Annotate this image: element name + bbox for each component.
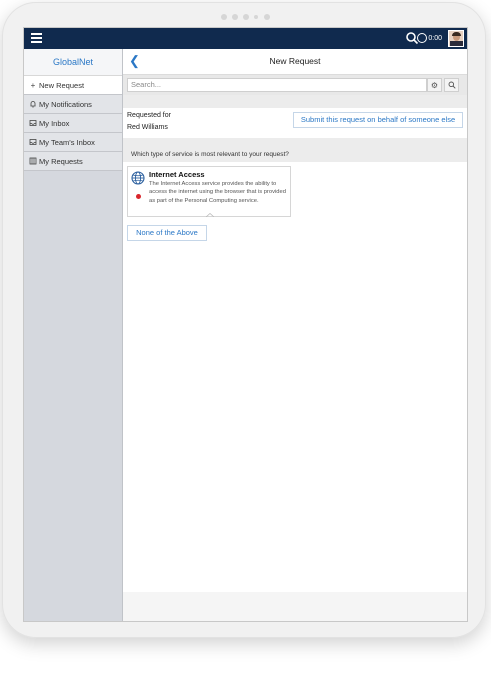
sidebar: GlobalNet + New Request My Notifications… xyxy=(24,49,123,621)
sidebar-item-label: New Request xyxy=(39,80,85,90)
timer-icon xyxy=(417,33,428,43)
sidebar-item-my-requests[interactable]: My Requests xyxy=(24,152,122,171)
submit-on-behalf-button[interactable]: Submit this request on behalf of someone… xyxy=(293,112,463,128)
hamburger-menu-icon[interactable] xyxy=(31,33,42,44)
service-description: The Internet Access service provides the… xyxy=(149,181,286,204)
sidebar-item-my-inbox[interactable]: My Inbox xyxy=(24,114,122,133)
sidebar-item-my-notifications[interactable]: My Notifications xyxy=(24,95,122,114)
status-dot xyxy=(136,194,141,199)
none-of-the-above-button[interactable]: None of the Above xyxy=(127,225,207,241)
page-header: ❮ New Request xyxy=(123,49,467,75)
section-gap xyxy=(123,95,467,108)
requested-for-section: Requested for Red Williams Submit this r… xyxy=(123,108,467,138)
inbox-icon xyxy=(29,119,37,127)
sidebar-item-new-request[interactable]: + New Request xyxy=(24,76,122,95)
service-title: Internet Access xyxy=(149,170,205,179)
timer[interactable]: 0:00 xyxy=(417,31,442,45)
camera-dot xyxy=(221,14,227,20)
sidebar-title: GlobalNet xyxy=(24,49,122,76)
app-screen: 0:00 GlobalNet + New Request My Notifica… xyxy=(23,27,468,622)
globe-icon xyxy=(131,171,145,185)
inbox-icon xyxy=(29,138,37,146)
gear-icon[interactable]: ⚙ xyxy=(427,78,442,92)
requested-for-label: Requested for xyxy=(127,112,171,119)
service-card-internet-access[interactable]: Internet Access The Internet Access serv… xyxy=(127,166,291,217)
service-question: Which type of service is most relevant t… xyxy=(123,138,467,162)
bell-icon xyxy=(29,100,37,108)
camera-dot xyxy=(232,14,238,20)
expand-caret-icon[interactable] xyxy=(206,213,214,217)
requested-for-value: Red Williams xyxy=(127,124,168,131)
sidebar-item-my-teams-inbox[interactable]: My Team's Inbox xyxy=(24,133,122,152)
page-title: New Request xyxy=(269,56,321,66)
top-bar: 0:00 xyxy=(24,28,467,49)
search-button[interactable] xyxy=(444,78,459,92)
camera-dot xyxy=(254,15,258,19)
plus-icon: + xyxy=(30,80,36,90)
camera-dot xyxy=(264,14,270,20)
list-icon xyxy=(29,157,37,165)
sidebar-item-label: My Team's Inbox xyxy=(39,137,95,147)
tablet-frame: 0:00 GlobalNet + New Request My Notifica… xyxy=(2,2,486,638)
service-list: Internet Access The Internet Access serv… xyxy=(123,162,467,592)
sidebar-item-label: My Inbox xyxy=(39,118,70,128)
avatar[interactable] xyxy=(448,30,464,47)
search-input[interactable]: Search... xyxy=(127,78,427,92)
search-icon xyxy=(448,81,456,89)
camera-dot xyxy=(243,14,249,20)
sidebar-item-label: My Requests xyxy=(39,156,83,166)
sidebar-item-label: My Notifications xyxy=(39,99,92,109)
main-panel: ❮ New Request Search... ⚙ Requested for … xyxy=(123,49,467,621)
search-bar: Search... ⚙ xyxy=(123,75,467,95)
timer-value: 0:00 xyxy=(428,34,442,42)
